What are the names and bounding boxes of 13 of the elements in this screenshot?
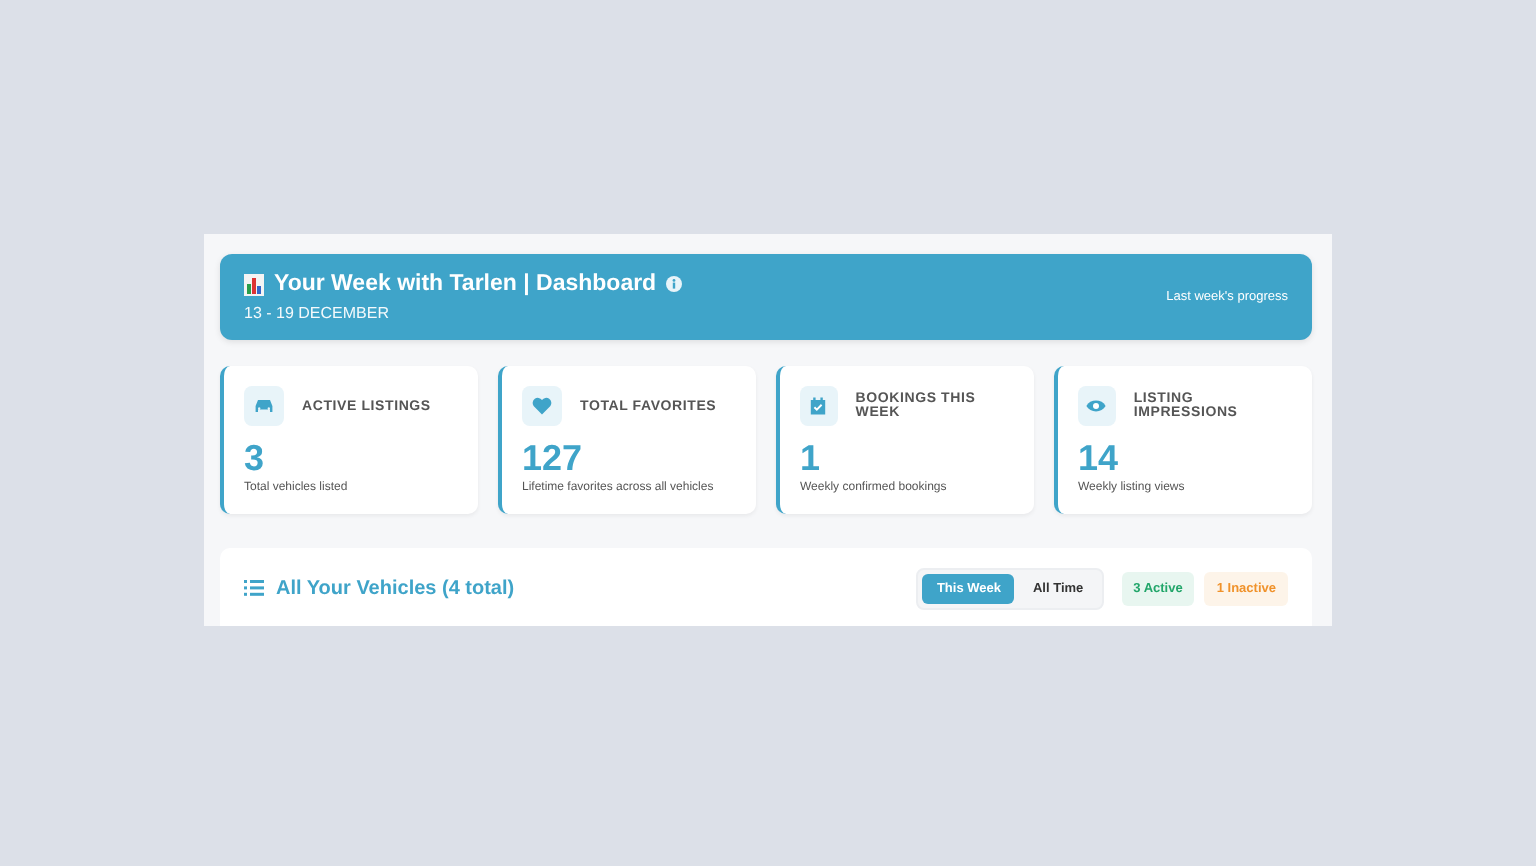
list-icon	[244, 580, 264, 596]
stat-value: 1	[800, 438, 821, 480]
info-icon[interactable]	[666, 276, 683, 292]
car-icon	[244, 386, 284, 426]
dashboard-title: Your Week with Tarlen | Dashboard	[274, 272, 657, 296]
calendar-check-icon	[800, 386, 838, 426]
stat-value: 14	[1078, 438, 1119, 480]
stat-value: 3	[244, 438, 265, 480]
vehicles-title: All Your Vehicles (4 total)	[276, 577, 515, 599]
stat-value: 127	[522, 438, 583, 480]
bar-chart-icon	[244, 273, 264, 295]
eye-icon	[1078, 386, 1116, 426]
date-range: 13 - 19 DECEMBER	[244, 304, 391, 322]
